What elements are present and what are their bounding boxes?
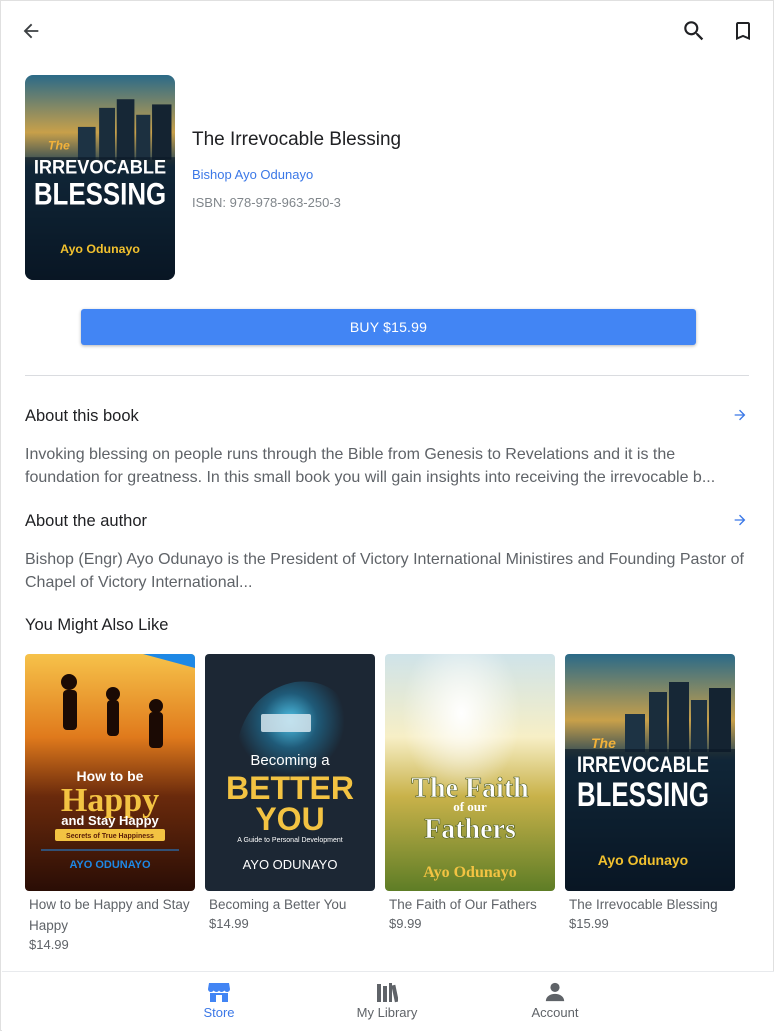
book-isbn: ISBN: 978-978-963-250-3 [192,195,341,210]
search-icon [684,21,704,41]
cover-title-line2: BLESSING [34,177,166,212]
nav-my-library[interactable]: My Library [332,972,442,1031]
nav-account[interactable]: Account [500,972,610,1031]
arrow-right-icon [734,514,746,526]
recommendation-item[interactable]: How to be Happy and Stay Happy Secrets o… [25,654,195,954]
nav-store[interactable]: Store [164,972,274,1031]
search-button[interactable] [676,13,712,49]
recommendation-title: Becoming a Better You [209,897,347,912]
recommendation-price: $14.99 [209,916,249,931]
cover-line1: Becoming a [250,752,330,769]
store-icon [208,983,230,1002]
cover-line3: YOU [255,801,324,837]
recommendation-cover: How to be Happy and Stay Happy Secrets o… [25,654,195,891]
cover-line3: Fathers [424,814,516,845]
recommendations-heading: You Might Also Like [25,616,169,634]
book-title: The Irrevocable Blessing [192,129,402,150]
cover-small-word: The [48,138,70,152]
cover-author: Ayo Odunayo [598,852,689,868]
about-author-more-button[interactable] [729,509,751,531]
cover-line3: and Stay Happy [61,813,159,828]
recommendation-title: The Faith of Our Fathers [389,897,537,912]
cover-title-line1: IRREVOCABLE [577,752,709,777]
cover-banner: Secrets of True Happiness [66,833,154,840]
recommendation-price: $15.99 [569,916,609,931]
back-button[interactable] [13,13,49,49]
cover-author: Ayo Odunayo [423,864,517,881]
buy-button[interactable]: BUY $15.99 [81,309,696,345]
divider [25,375,749,376]
cover-line2: of our [453,799,487,814]
recommendation-cover: The IRREVOCABLE BLESSING Ayo Odunayo [565,654,735,891]
book-author-link[interactable]: Bishop Ayo Odunayo [192,167,313,182]
recommendation-cover: The Faith of our Fathers Ayo Odunayo [385,654,555,891]
about-author-text: Bishop (Engr) Ayo Odunayo is the Preside… [25,551,744,591]
about-book-heading: About this book [25,407,139,425]
bottom-nav: Store My Library Account [2,971,774,1031]
nav-account-label: Account [531,1005,579,1020]
nav-my-library-label: My Library [356,1005,418,1020]
library-icon [377,983,398,1003]
cover-title-line2: BLESSING [577,776,709,814]
recommendation-title: The Irrevocable Blessing [569,897,718,912]
recommendation-item[interactable]: The IRREVOCABLE BLESSING Ayo Odunayo The… [565,654,735,933]
nav-store-label: Store [203,1005,235,1020]
recommendation-price: $14.99 [29,937,69,952]
cover-subtitle: A Guide to Personal Development [237,837,343,844]
about-book-more-button[interactable] [729,404,751,426]
arrow-right-icon [734,409,746,421]
arrow-left-icon [23,23,39,39]
recommendation-title: How to be Happy and Stay Happy [29,897,190,933]
bookmark-icon [736,22,750,40]
recommendation-item[interactable]: The Faith of our Fathers Ayo Odunayo The… [385,654,555,933]
about-book-text: Invoking blessing on people runs through… [25,446,716,486]
top-bar [1,1,773,61]
recommendation-cover: Becoming a BETTER YOU A Guide to Persona… [205,654,375,891]
bookmark-button[interactable] [725,13,761,49]
account-icon [545,982,565,1002]
cover-small-word: The [591,735,616,751]
cover-author: Ayo Odunayo [60,242,140,256]
cover-author: AYO ODUNAYO [243,857,338,872]
cover-title-line1: IRREVOCABLE [34,158,167,179]
app-frame: The IRREVOCABLE BLESSING Ayo Odunayo The… [0,0,774,1031]
book-cover: The IRREVOCABLE BLESSING Ayo Odunayo [25,75,175,280]
cover-author: AYO ODUNAYO [69,859,151,871]
recommendation-item[interactable]: Becoming a BETTER YOU A Guide to Persona… [205,654,375,933]
about-author-heading: About the author [25,512,148,530]
recommendation-price: $9.99 [389,916,422,931]
